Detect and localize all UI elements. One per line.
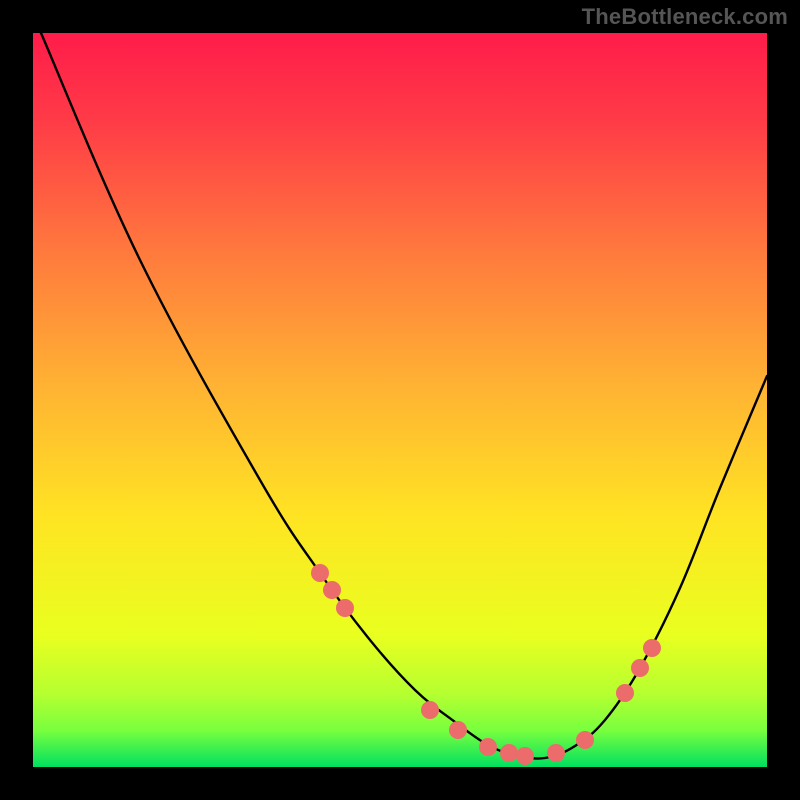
curve-marker <box>616 684 634 702</box>
curve-marker <box>421 701 439 719</box>
curve-marker <box>516 747 534 765</box>
curve-marker <box>323 581 341 599</box>
chart-frame: TheBottleneck.com <box>0 0 800 800</box>
watermark-text: TheBottleneck.com <box>582 4 788 30</box>
curve-marker <box>311 564 329 582</box>
bottleneck-curve-chart <box>0 0 800 800</box>
curve-marker <box>576 731 594 749</box>
curve-marker <box>500 744 518 762</box>
curve-marker <box>631 659 649 677</box>
curve-marker <box>479 738 497 756</box>
curve-marker <box>336 599 354 617</box>
curve-marker <box>643 639 661 657</box>
curve-marker <box>547 744 565 762</box>
curve-marker <box>449 721 467 739</box>
plot-background <box>33 33 767 767</box>
